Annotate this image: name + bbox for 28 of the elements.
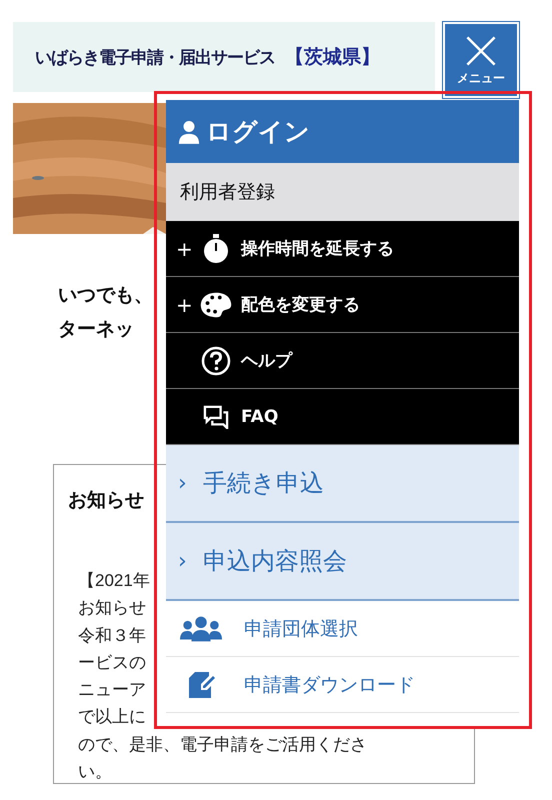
- group-icon: [180, 616, 222, 642]
- tool-menu-item[interactable]: ヘルプ: [166, 333, 519, 389]
- edit-icon: [187, 670, 215, 700]
- notice-text: で以上に: [78, 706, 146, 728]
- user-icon: [178, 120, 200, 144]
- nav-menu-item[interactable]: › 手続き申込: [166, 445, 519, 523]
- register-link[interactable]: 利用者登録: [166, 163, 519, 221]
- help-icon: [200, 346, 232, 376]
- tool-menu-item[interactable]: + 操作時間を延長する: [166, 221, 519, 277]
- site-title[interactable]: いばらき電子申請・届出サービス: [35, 46, 275, 68]
- notice-text: お知らせ: [78, 597, 146, 620]
- intro-text: いつでも、: [58, 283, 153, 308]
- login-button[interactable]: ログイン: [166, 100, 519, 163]
- notice-text: 令和３年: [78, 624, 146, 647]
- close-icon: [464, 34, 498, 68]
- notice-text: ニューア: [78, 679, 146, 702]
- notice-text: い。: [78, 761, 112, 784]
- notice-text: 【2021年: [78, 570, 150, 592]
- intro-text: ターネッ: [58, 317, 134, 342]
- notice-title: お知らせ: [68, 488, 145, 513]
- prefecture-label: 【茨城県】: [285, 45, 380, 70]
- notice-text: ので、是非、電子申請をご活用くださ: [78, 734, 367, 756]
- nav-menu-item[interactable]: › 申込内容照会: [166, 523, 519, 601]
- notice-text: ービスの: [78, 652, 146, 674]
- tool-menu-item[interactable]: + 配色を変更する: [166, 277, 519, 333]
- menu-button[interactable]: メニュー: [443, 22, 519, 98]
- tool-menu-item[interactable]: FAQ: [166, 389, 519, 445]
- chat-icon: [203, 404, 229, 428]
